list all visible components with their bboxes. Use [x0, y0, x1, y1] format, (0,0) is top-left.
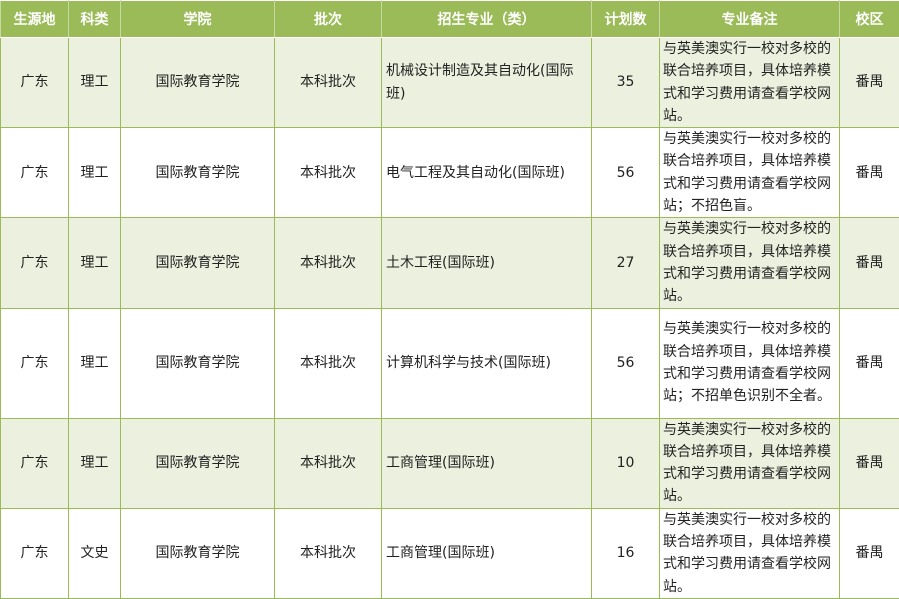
table-row: 广东 理工 国际教育学院 本科批次 机械设计制造及其自动化(国际班) 35 与英… [1, 38, 899, 128]
cell-college: 国际教育学院 [121, 218, 275, 308]
cell-college: 国际教育学院 [121, 128, 275, 218]
header-row: 生源地 科类 学院 批次 招生专业（类） 计划数 专业备注 校区 [1, 1, 899, 38]
header-campus: 校区 [840, 1, 899, 38]
cell-note: 与英美澳实行一校对多校的联合培养项目，具体培养模式和学习费用请查看学校网站。 [660, 418, 840, 508]
cell-note: 与英美澳实行一校对多校的联合培养项目，具体培养模式和学习费用请查看学校网站；不招… [660, 128, 840, 218]
cell-batch: 本科批次 [275, 128, 382, 218]
header-category: 科类 [69, 1, 121, 38]
cell-note: 与英美澳实行一校对多校的联合培养项目，具体培养模式和学习费用请查看学校网站。 [660, 508, 840, 598]
cell-category: 理工 [69, 308, 121, 418]
cell-plan: 16 [592, 508, 660, 598]
cell-major: 土木工程(国际班) [382, 218, 592, 308]
cell-category: 理工 [69, 128, 121, 218]
table-row: 广东 理工 国际教育学院 本科批次 工商管理(国际班) 10 与英美澳实行一校对… [1, 418, 899, 508]
cell-origin: 广东 [1, 128, 69, 218]
table-row: 广东 理工 国际教育学院 本科批次 电气工程及其自动化(国际班) 56 与英美澳… [1, 128, 899, 218]
cell-note: 与英美澳实行一校对多校的联合培养项目，具体培养模式和学习费用请查看学校网站。 [660, 218, 840, 308]
cell-origin: 广东 [1, 308, 69, 418]
cell-plan: 56 [592, 308, 660, 418]
header-note: 专业备注 [660, 1, 840, 38]
table-row: 广东 文史 国际教育学院 本科批次 工商管理(国际班) 16 与英美澳实行一校对… [1, 508, 899, 598]
header-college: 学院 [121, 1, 275, 38]
cell-college: 国际教育学院 [121, 508, 275, 598]
admissions-plan-table: 生源地 科类 学院 批次 招生专业（类） 计划数 专业备注 校区 广东 理工 国… [0, 0, 899, 599]
cell-major: 工商管理(国际班) [382, 418, 592, 508]
cell-campus: 番禺 [840, 508, 899, 598]
cell-batch: 本科批次 [275, 418, 382, 508]
cell-origin: 广东 [1, 38, 69, 128]
cell-major: 机械设计制造及其自动化(国际班) [382, 38, 592, 128]
cell-campus: 番禺 [840, 38, 899, 128]
cell-category: 文史 [69, 508, 121, 598]
cell-batch: 本科批次 [275, 308, 382, 418]
cell-campus: 番禺 [840, 418, 899, 508]
cell-plan: 27 [592, 218, 660, 308]
cell-batch: 本科批次 [275, 508, 382, 598]
cell-college: 国际教育学院 [121, 38, 275, 128]
cell-campus: 番禺 [840, 218, 899, 308]
cell-category: 理工 [69, 218, 121, 308]
cell-category: 理工 [69, 418, 121, 508]
cell-note: 与英美澳实行一校对多校的联合培养项目，具体培养模式和学习费用请查看学校网站；不招… [660, 308, 840, 418]
cell-major: 计算机科学与技术(国际班) [382, 308, 592, 418]
cell-major: 工商管理(国际班) [382, 508, 592, 598]
cell-batch: 本科批次 [275, 38, 382, 128]
cell-major: 电气工程及其自动化(国际班) [382, 128, 592, 218]
cell-origin: 广东 [1, 418, 69, 508]
cell-origin: 广东 [1, 508, 69, 598]
cell-origin: 广东 [1, 218, 69, 308]
cell-campus: 番禺 [840, 308, 899, 418]
cell-note: 与英美澳实行一校对多校的联合培养项目，具体培养模式和学习费用请查看学校网站。 [660, 38, 840, 128]
table-row: 广东 理工 国际教育学院 本科批次 土木工程(国际班) 27 与英美澳实行一校对… [1, 218, 899, 308]
table-row: 广东 理工 国际教育学院 本科批次 计算机科学与技术(国际班) 56 与英美澳实… [1, 308, 899, 418]
header-major: 招生专业（类） [382, 1, 592, 38]
cell-college: 国际教育学院 [121, 308, 275, 418]
cell-category: 理工 [69, 38, 121, 128]
header-origin: 生源地 [1, 1, 69, 38]
cell-batch: 本科批次 [275, 218, 382, 308]
cell-plan: 56 [592, 128, 660, 218]
cell-campus: 番禺 [840, 128, 899, 218]
cell-plan: 35 [592, 38, 660, 128]
header-plan: 计划数 [592, 1, 660, 38]
cell-plan: 10 [592, 418, 660, 508]
cell-college: 国际教育学院 [121, 418, 275, 508]
header-batch: 批次 [275, 1, 382, 38]
